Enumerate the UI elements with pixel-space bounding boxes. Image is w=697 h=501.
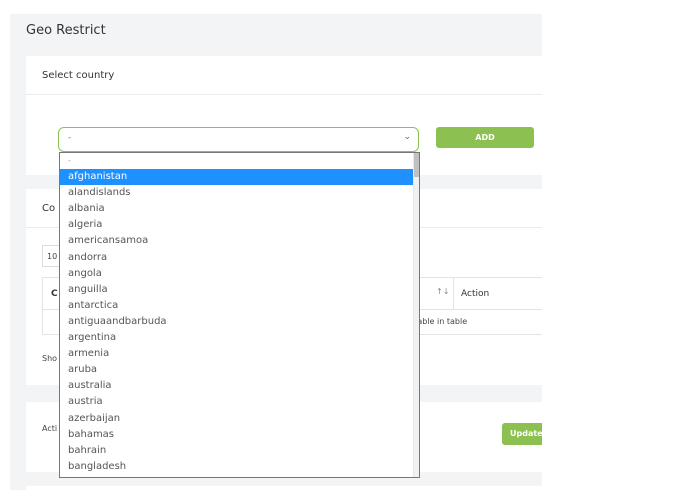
dropdown-options: - afghanistan alandislands albania algeria am…: [60, 153, 419, 475]
column-divider: [453, 278, 454, 309]
dropdown-option[interactable]: algeria: [60, 217, 414, 233]
dropdown-option[interactable]: andorra: [60, 250, 414, 266]
dropdown-option[interactable]: armenia: [60, 346, 414, 362]
scrollbar-thumb[interactable]: [414, 153, 419, 177]
app-window: Geo Restrict Select country - ⌄ ADD Co 1…: [0, 0, 697, 501]
country-select-value: -: [68, 133, 72, 143]
country-list-title: Co: [42, 203, 56, 214]
dropdown-option[interactable]: angola: [60, 266, 414, 282]
dropdown-option[interactable]: albania: [60, 201, 414, 217]
dropdown-option[interactable]: -: [60, 153, 414, 169]
dropdown-option[interactable]: bangladesh: [60, 459, 414, 475]
dropdown-option[interactable]: antarctica: [60, 298, 414, 314]
dropdown-option[interactable]: bahamas: [60, 427, 414, 443]
add-button[interactable]: ADD: [436, 127, 534, 148]
dropdown-option[interactable]: bahrain: [60, 443, 414, 459]
table-header-country[interactable]: C: [51, 289, 58, 299]
card-divider: [26, 94, 542, 95]
update-button[interactable]: Update: [502, 423, 542, 445]
bottom-card: [26, 486, 542, 490]
dropdown-option[interactable]: australia: [60, 378, 414, 394]
sort-icon[interactable]: ↑↓: [436, 287, 449, 296]
page-title: Geo Restrict: [26, 23, 106, 38]
dropdown-option[interactable]: anguilla: [60, 282, 414, 298]
table-info: Sho: [42, 354, 58, 363]
chevron-down-icon: ⌄: [403, 132, 411, 142]
dropdown-scrollbar[interactable]: [413, 153, 419, 477]
dropdown-option[interactable]: austria: [60, 394, 414, 410]
action-label: Acti: [42, 424, 58, 433]
dropdown-option[interactable]: alandislands: [60, 185, 414, 201]
dropdown-option[interactable]: argentina: [60, 330, 414, 346]
dropdown-option[interactable]: aruba: [60, 362, 414, 378]
dropdown-option[interactable]: antiguaandbarbuda: [60, 314, 414, 330]
dropdown-option[interactable]: afghanistan: [60, 169, 414, 186]
select-country-title: Select country: [42, 70, 115, 81]
country-select[interactable]: - ⌄: [58, 127, 419, 152]
country-dropdown-list[interactable]: - afghanistan alandislands albania algeria am…: [59, 152, 420, 478]
table-header-action: Action: [461, 289, 490, 299]
dropdown-option[interactable]: americansamoa: [60, 233, 414, 249]
dropdown-option[interactable]: azerbaijan: [60, 411, 414, 427]
